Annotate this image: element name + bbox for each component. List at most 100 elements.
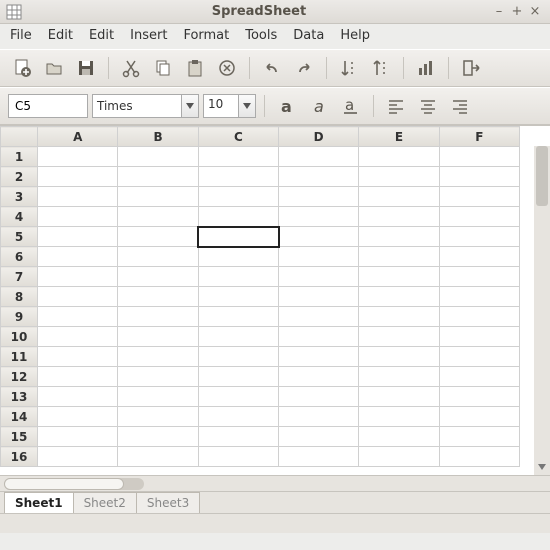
align-right-icon[interactable] xyxy=(446,92,474,120)
cell-F13[interactable] xyxy=(439,387,519,407)
cell-A1[interactable] xyxy=(38,147,118,167)
menu-format[interactable]: Format xyxy=(183,28,229,43)
menu-edit-2[interactable]: Edit xyxy=(89,28,114,43)
col-header-A[interactable]: A xyxy=(38,127,118,147)
cell-E11[interactable] xyxy=(359,347,439,367)
undo-icon[interactable] xyxy=(258,54,286,82)
maximize-button[interactable]: + xyxy=(508,4,526,19)
row-header-13[interactable]: 13 xyxy=(1,387,38,407)
row-header-15[interactable]: 15 xyxy=(1,427,38,447)
row-header-2[interactable]: 2 xyxy=(1,167,38,187)
cell-E8[interactable] xyxy=(359,287,439,307)
horizontal-scrollbar[interactable] xyxy=(4,478,144,490)
cell-D3[interactable] xyxy=(279,187,359,207)
font-dropdown-icon[interactable] xyxy=(181,94,199,118)
cell-E1[interactable] xyxy=(359,147,439,167)
cell-A6[interactable] xyxy=(38,247,118,267)
cell-F7[interactable] xyxy=(439,267,519,287)
redo-icon[interactable] xyxy=(290,54,318,82)
cell-E16[interactable] xyxy=(359,447,439,467)
cell-A12[interactable] xyxy=(38,367,118,387)
cell-A8[interactable] xyxy=(38,287,118,307)
cell-E4[interactable] xyxy=(359,207,439,227)
cell-F6[interactable] xyxy=(439,247,519,267)
new-doc-icon[interactable] xyxy=(8,54,36,82)
cell-B11[interactable] xyxy=(118,347,198,367)
cell-C2[interactable] xyxy=(198,167,278,187)
cell-A14[interactable] xyxy=(38,407,118,427)
save-icon[interactable] xyxy=(72,54,100,82)
cell-B15[interactable] xyxy=(118,427,198,447)
row-header-8[interactable]: 8 xyxy=(1,287,38,307)
font-size-select[interactable]: 10 xyxy=(203,94,239,118)
cell-C15[interactable] xyxy=(198,427,278,447)
cell-F1[interactable] xyxy=(439,147,519,167)
scroll-down-icon[interactable] xyxy=(534,459,550,475)
cell-D15[interactable] xyxy=(279,427,359,447)
cell-F8[interactable] xyxy=(439,287,519,307)
cell-C16[interactable] xyxy=(198,447,278,467)
cell-A7[interactable] xyxy=(38,267,118,287)
chart-icon[interactable] xyxy=(412,54,440,82)
row-header-14[interactable]: 14 xyxy=(1,407,38,427)
cell-C12[interactable] xyxy=(198,367,278,387)
menu-insert[interactable]: Insert xyxy=(130,28,167,43)
exit-icon[interactable] xyxy=(457,54,485,82)
cell-E6[interactable] xyxy=(359,247,439,267)
cell-C11[interactable] xyxy=(198,347,278,367)
cell-C4[interactable] xyxy=(198,207,278,227)
row-header-1[interactable]: 1 xyxy=(1,147,38,167)
cell-E2[interactable] xyxy=(359,167,439,187)
cell-D8[interactable] xyxy=(279,287,359,307)
cancel-icon[interactable] xyxy=(213,54,241,82)
cell-A11[interactable] xyxy=(38,347,118,367)
row-header-9[interactable]: 9 xyxy=(1,307,38,327)
horizontal-scroll-thumb[interactable] xyxy=(4,478,124,490)
cell-B1[interactable] xyxy=(118,147,198,167)
row-header-12[interactable]: 12 xyxy=(1,367,38,387)
open-doc-icon[interactable] xyxy=(40,54,68,82)
cell-C5[interactable] xyxy=(198,227,278,247)
sheet-tab-2[interactable]: Sheet2 xyxy=(73,492,137,513)
cell-A5[interactable] xyxy=(38,227,118,247)
cell-D2[interactable] xyxy=(279,167,359,187)
col-header-C[interactable]: C xyxy=(198,127,278,147)
sheet-tab-1[interactable]: Sheet1 xyxy=(4,492,74,513)
cell-F14[interactable] xyxy=(439,407,519,427)
cell-D1[interactable] xyxy=(279,147,359,167)
cell-F2[interactable] xyxy=(439,167,519,187)
menu-tools[interactable]: Tools xyxy=(245,28,277,43)
vertical-scrollbar[interactable] xyxy=(534,146,550,475)
cell-E15[interactable] xyxy=(359,427,439,447)
cell-C9[interactable] xyxy=(198,307,278,327)
corner-cell[interactable] xyxy=(1,127,38,147)
cell-E10[interactable] xyxy=(359,327,439,347)
cell-D9[interactable] xyxy=(279,307,359,327)
cell-B6[interactable] xyxy=(118,247,198,267)
row-header-7[interactable]: 7 xyxy=(1,267,38,287)
close-button[interactable]: × xyxy=(526,4,544,19)
align-center-icon[interactable] xyxy=(414,92,442,120)
cell-F4[interactable] xyxy=(439,207,519,227)
col-header-D[interactable]: D xyxy=(279,127,359,147)
align-left-icon[interactable] xyxy=(382,92,410,120)
cell-C6[interactable] xyxy=(198,247,278,267)
cell-A9[interactable] xyxy=(38,307,118,327)
cell-B12[interactable] xyxy=(118,367,198,387)
italic-icon[interactable]: a xyxy=(305,92,333,120)
cell-E9[interactable] xyxy=(359,307,439,327)
cell-C13[interactable] xyxy=(198,387,278,407)
cell-A13[interactable] xyxy=(38,387,118,407)
cell-C7[interactable] xyxy=(198,267,278,287)
cell-D6[interactable] xyxy=(279,247,359,267)
cell-C14[interactable] xyxy=(198,407,278,427)
cell-B4[interactable] xyxy=(118,207,198,227)
cut-icon[interactable] xyxy=(117,54,145,82)
cell-F10[interactable] xyxy=(439,327,519,347)
cell-A10[interactable] xyxy=(38,327,118,347)
menu-help[interactable]: Help xyxy=(340,28,370,43)
font-select[interactable]: Times xyxy=(92,94,182,118)
cell-C8[interactable] xyxy=(198,287,278,307)
cell-F16[interactable] xyxy=(439,447,519,467)
cell-B13[interactable] xyxy=(118,387,198,407)
